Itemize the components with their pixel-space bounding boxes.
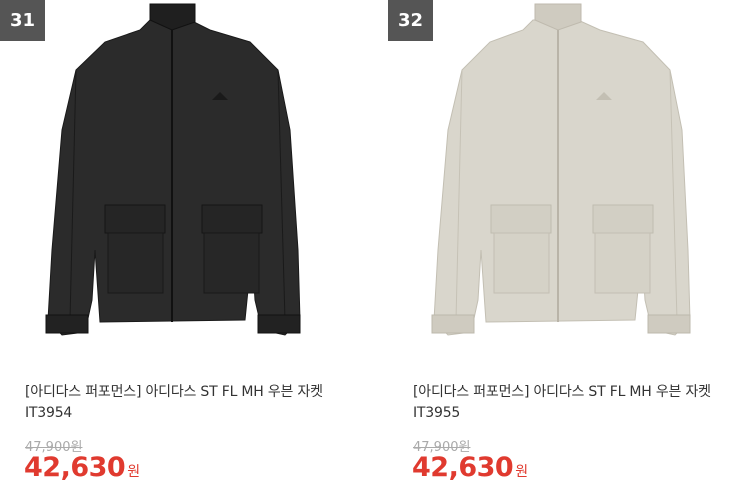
sale-price-row: 42,630 원 — [24, 452, 140, 483]
jacket-image-dark — [45, 3, 301, 336]
jacket-image-light — [431, 3, 691, 336]
product-grid: 31 [아디다스 퍼포먼스] 아디다스 ST FL MH 우븐 자켓 IT395… — [0, 0, 741, 504]
product-title[interactable]: [아디다스 퍼포먼스] 아디다스 ST FL MH 우븐 자켓 IT3955 — [413, 382, 713, 424]
product-image[interactable] — [0, 0, 330, 352]
sale-price-row: 42,630 원 — [412, 452, 528, 483]
product-card[interactable]: 32 [아디다스 퍼포먼스] 아디다스 ST FL MH 우븐 자켓 IT395… — [388, 0, 718, 504]
product-title[interactable]: [아디다스 퍼포먼스] 아디다스 ST FL MH 우븐 자켓 IT3954 — [25, 382, 325, 424]
sale-price: 42,630 — [412, 452, 514, 483]
rank-badge: 32 — [388, 0, 433, 41]
currency-label: 원 — [127, 464, 141, 480]
currency-label: 원 — [515, 464, 529, 480]
rank-badge: 31 — [0, 0, 45, 41]
sale-price: 42,630 — [24, 452, 126, 483]
product-image[interactable] — [388, 0, 718, 352]
product-card[interactable]: 31 [아디다스 퍼포먼스] 아디다스 ST FL MH 우븐 자켓 IT395… — [0, 0, 330, 504]
